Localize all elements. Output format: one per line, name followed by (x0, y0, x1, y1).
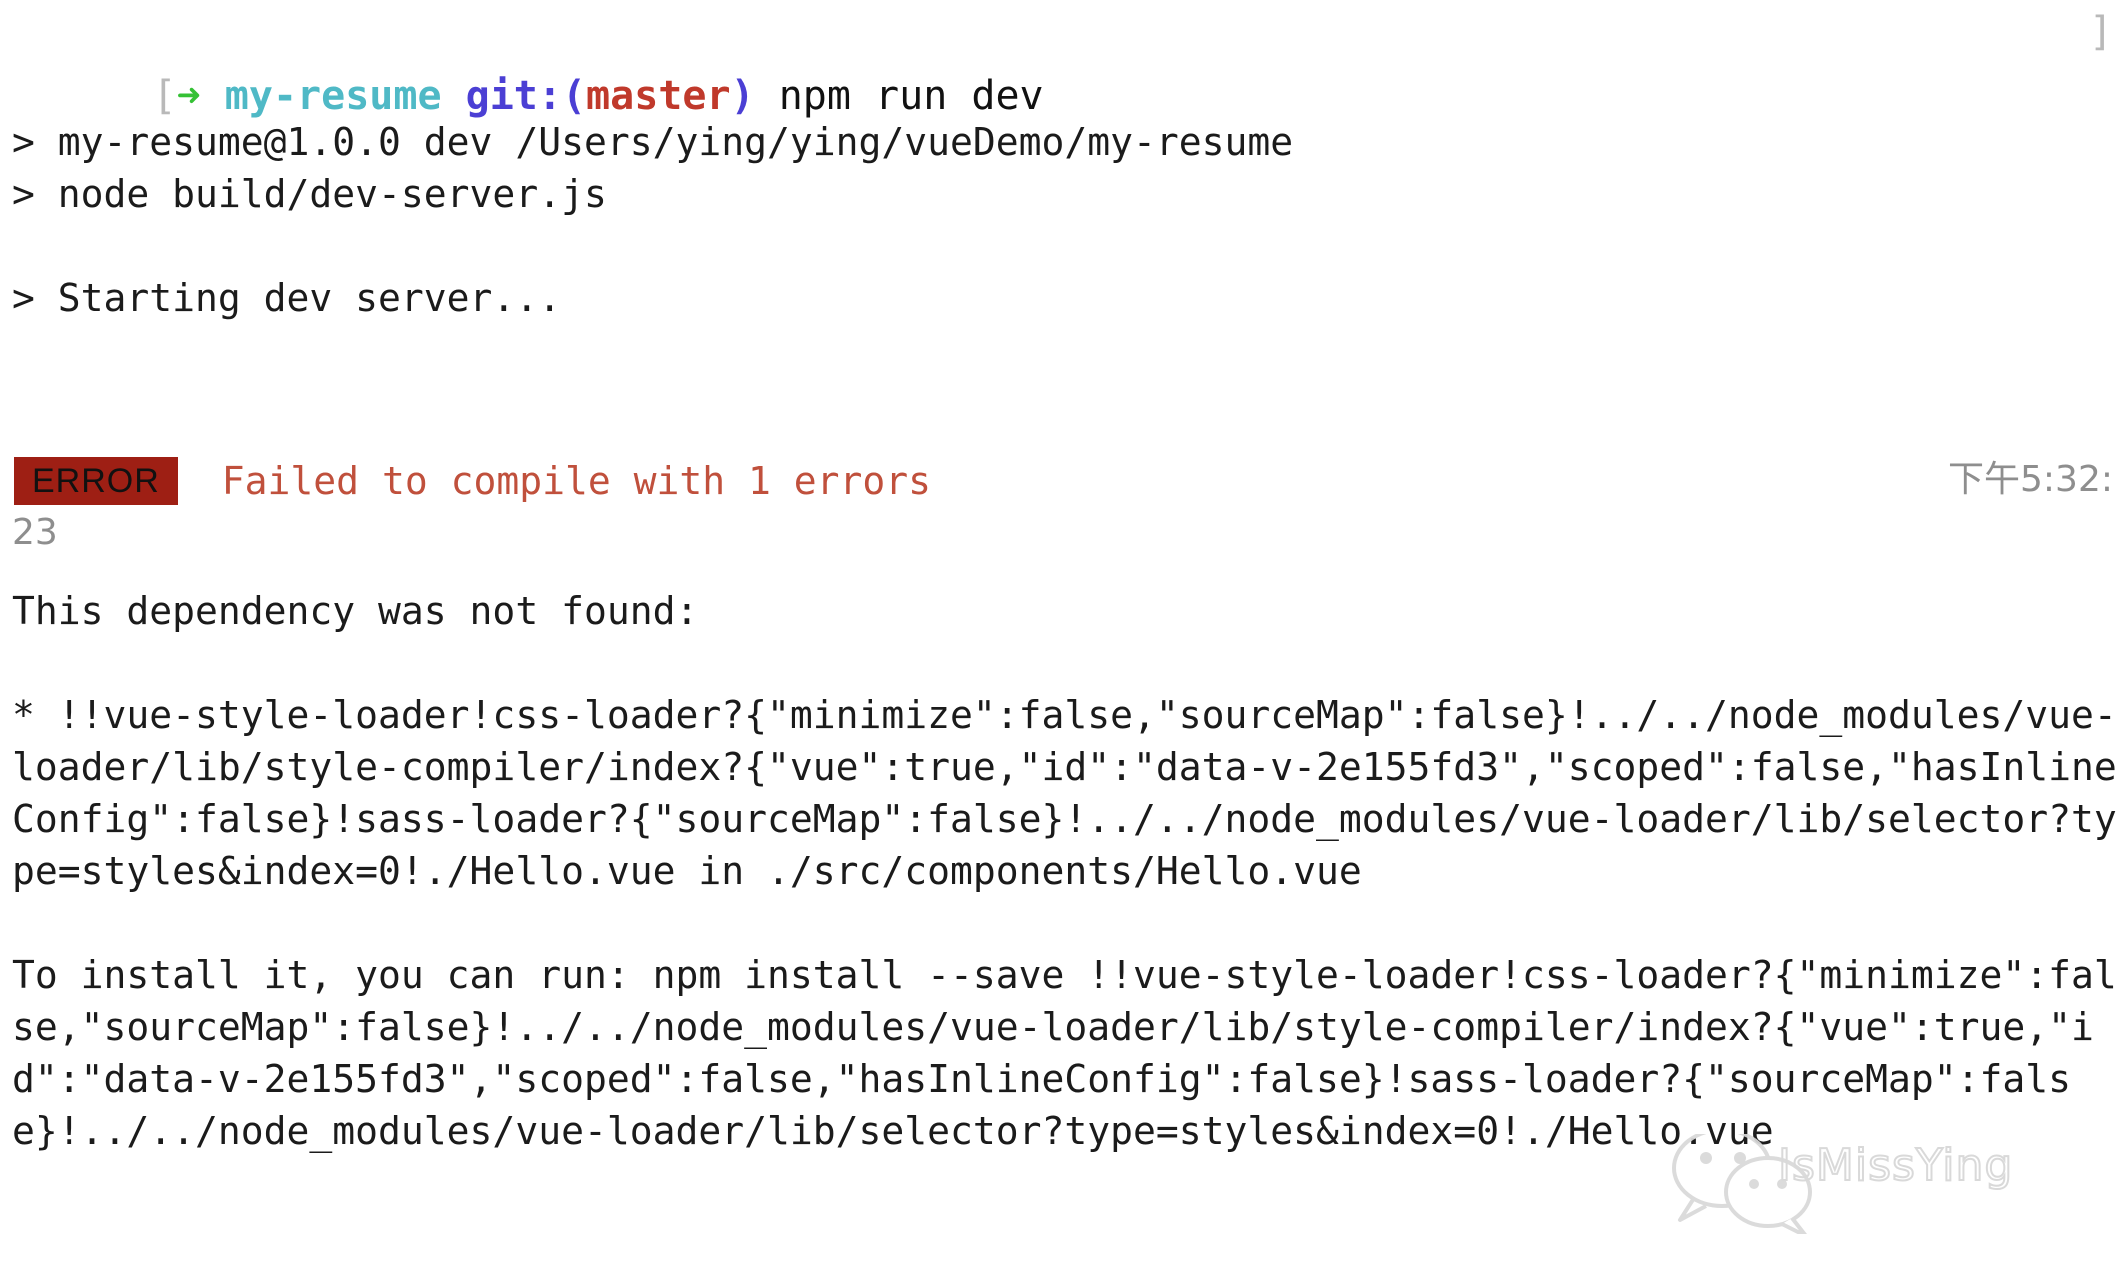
npm-script-line: > node build/dev-server.js (12, 172, 607, 216)
prompt-close-bracket: ] (2088, 9, 2113, 55)
install-hint: To install it, you can run: npm install … (12, 952, 2117, 1153)
error-line: ERROR Failed to compile with 1 errors 下午5… (0, 454, 2121, 507)
dev-server-status-line: > Starting dev server... (12, 276, 562, 320)
prompt-command: npm run dev (754, 73, 1044, 119)
dependency-detail: * !!vue-style-loader!css-loader?{"minimi… (12, 692, 2117, 893)
shell-prompt-line: [➜ my-resume git:(master) npm run dev ] (0, 0, 2121, 119)
prompt-open-bracket: [ (152, 73, 177, 119)
error-timestamp-wrap: 23 (12, 511, 58, 553)
prompt-repo-name: my-resume (224, 73, 442, 119)
dependency-heading: This dependency was not found: (12, 588, 699, 633)
error-message: Failed to compile with 1 errors (221, 458, 932, 503)
error-timestamp: 下午5:32: (1948, 459, 2113, 500)
prompt-branch-name: master (586, 73, 731, 119)
terminal-window: [➜ my-resume git:(master) npm run dev ] … (0, 0, 2121, 1271)
prompt-arrow-icon: ➜ (176, 73, 201, 119)
error-badge: ERROR (14, 456, 178, 505)
prompt-git-keyword: git:( (465, 73, 587, 119)
prompt-git-close-paren: ) (730, 73, 755, 119)
